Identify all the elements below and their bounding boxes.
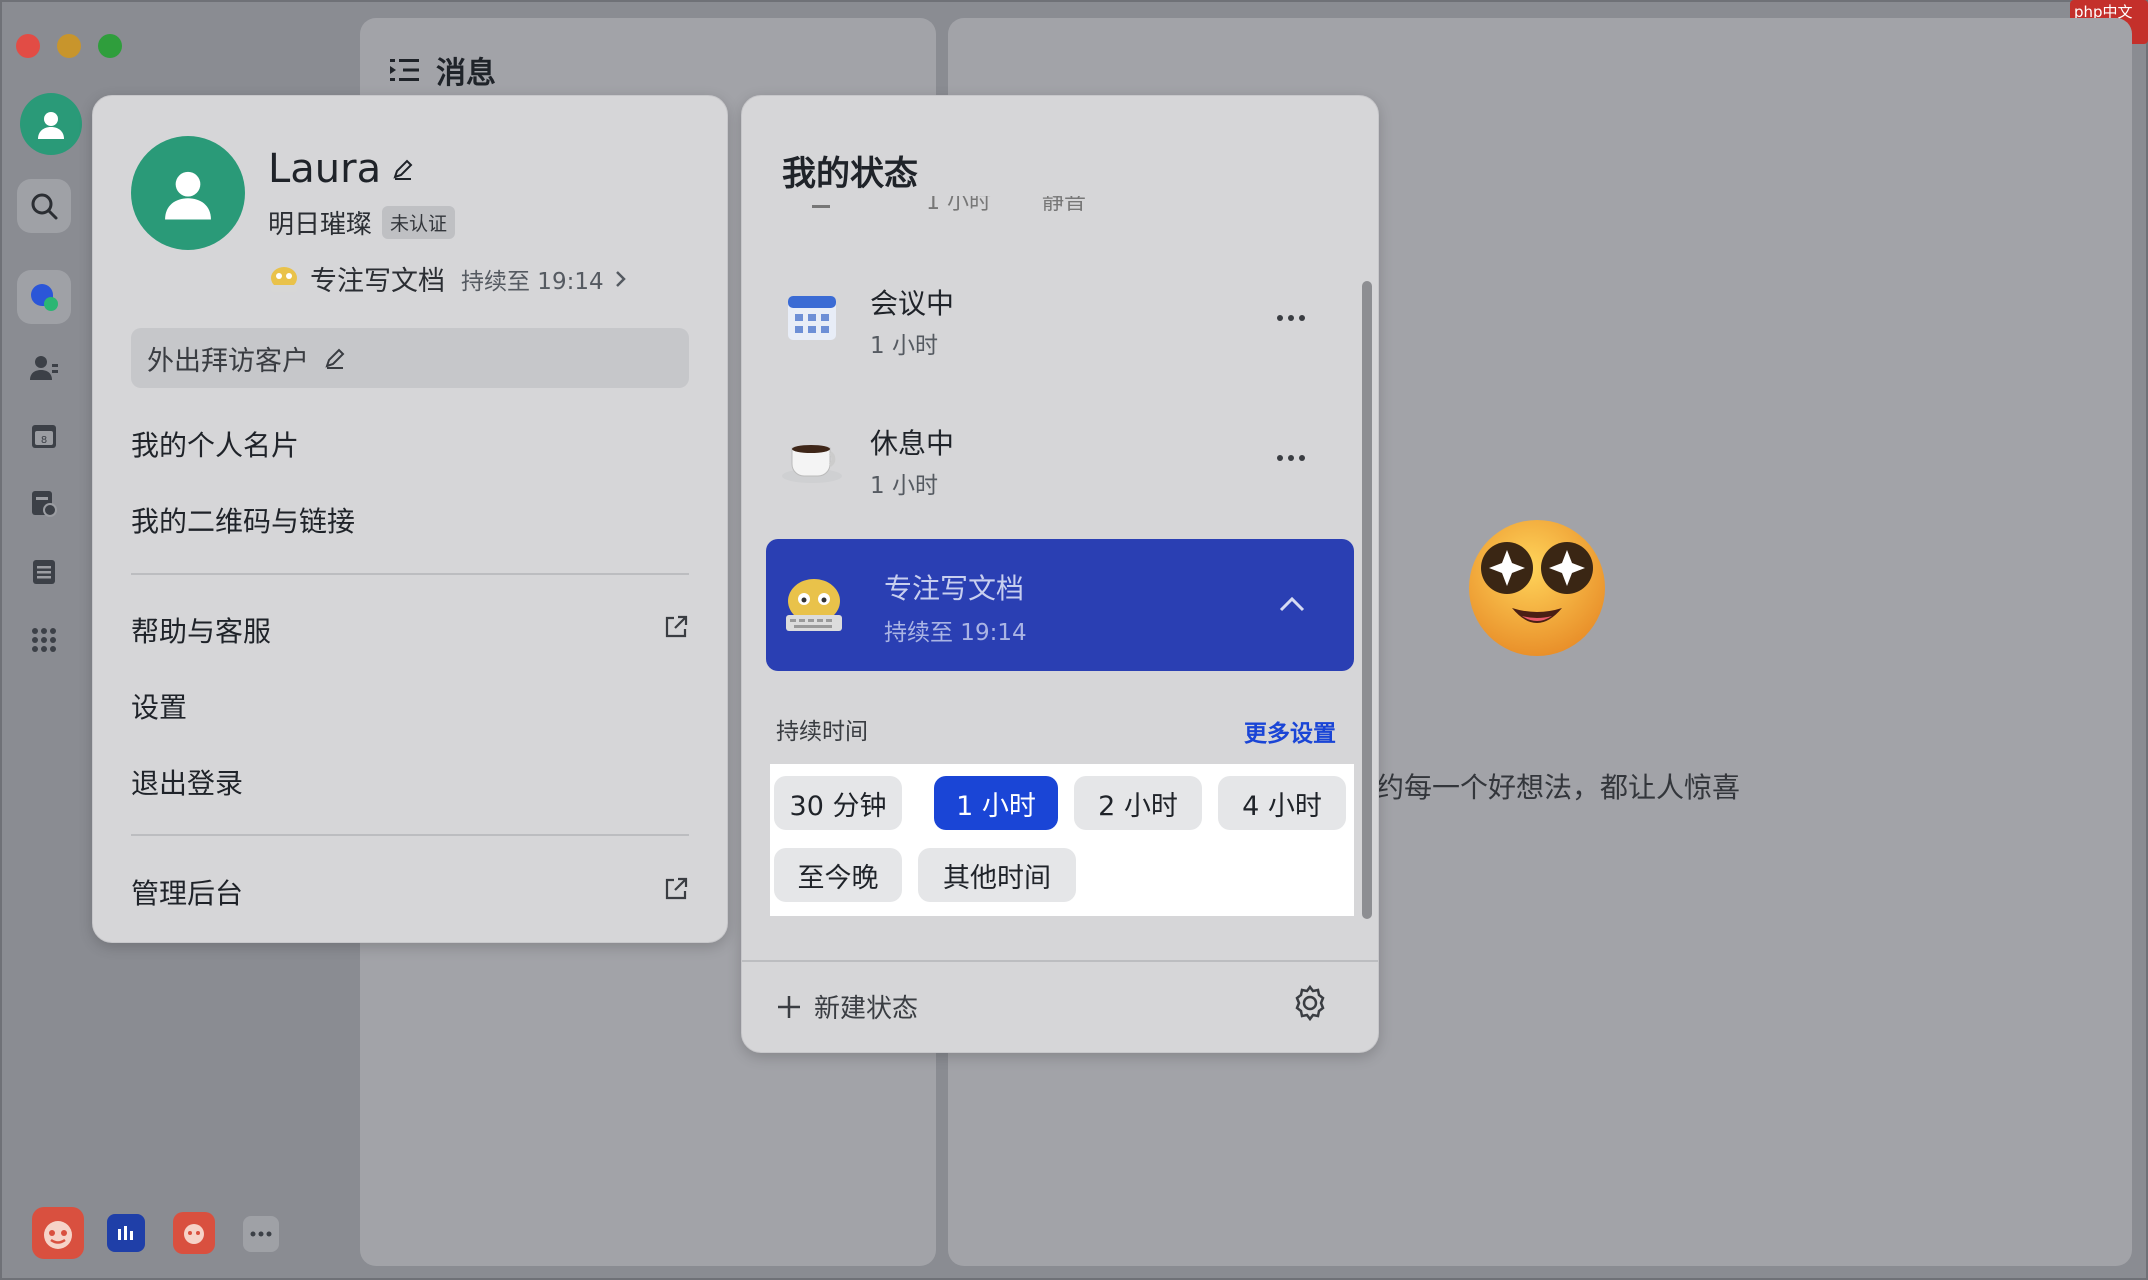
partial-status-row: 1 小时 静音 bbox=[782, 196, 1342, 220]
user-avatar[interactable] bbox=[20, 93, 82, 155]
duration-option-tonight[interactable]: 至今晚 bbox=[774, 848, 902, 902]
duration-option-custom[interactable]: 其他时间 bbox=[918, 848, 1076, 902]
messages-title: 消息 bbox=[436, 56, 496, 91]
divider bbox=[131, 834, 689, 836]
chevron-up-icon[interactable] bbox=[1278, 595, 1306, 613]
profile-org: 明日璀璨 bbox=[268, 210, 373, 240]
status-panel: 我的状态 1 小时 静音 会议中 1 小时 休息中 1 小时 专注写文档 持续至… bbox=[741, 95, 1379, 1053]
more-dots-icon[interactable] bbox=[1276, 454, 1306, 462]
duration-option-30min[interactable]: 30 分钟 bbox=[774, 776, 902, 830]
duration-options: 30 分钟 1 小时 2 小时 4 小时 至今晚 其他时间 bbox=[770, 764, 1354, 916]
duration-option-4h[interactable]: 4 小时 bbox=[1218, 776, 1346, 830]
coffee-status-icon bbox=[780, 430, 846, 490]
star-eyes-emoji-icon bbox=[1462, 508, 1612, 658]
grid-icon bbox=[32, 628, 56, 652]
typing-emoji-icon bbox=[271, 266, 297, 292]
status-item-break[interactable]: 休息中 1 小时 bbox=[766, 388, 1350, 518]
more-dots-icon[interactable] bbox=[1276, 314, 1306, 322]
bot-icon bbox=[184, 1224, 204, 1244]
messages-nav[interactable] bbox=[17, 270, 71, 324]
calendar-nav[interactable]: 8 bbox=[17, 409, 71, 463]
signature-text: 外出拜访客户 bbox=[147, 345, 309, 377]
person-icon bbox=[165, 171, 211, 220]
menu-logout[interactable]: 退出登录 bbox=[131, 762, 243, 802]
menu-admin[interactable]: 管理后台 bbox=[131, 872, 243, 912]
new-status-label: 新建状态 bbox=[814, 994, 919, 1024]
menu-qrcode-link[interactable]: 我的二维码与链接 bbox=[131, 500, 355, 540]
status-list-scrollbar[interactable] bbox=[1362, 281, 1372, 919]
duration-option-1h[interactable]: 1 小时 bbox=[934, 776, 1058, 830]
status-duration: 1 小时 bbox=[870, 473, 938, 499]
signature-field[interactable]: 外出拜访客户 bbox=[131, 328, 689, 388]
docs-icon bbox=[32, 491, 57, 517]
external-link-icon[interactable] bbox=[663, 614, 689, 640]
status-label: 会议中 bbox=[870, 287, 955, 320]
external-link-icon[interactable] bbox=[663, 876, 689, 902]
profile-current-status[interactable]: 专注写文档 持续至 19:14 bbox=[268, 259, 628, 298]
empty-state-text: 约每一个好想法，都让人惊喜 bbox=[1376, 771, 1741, 804]
person-icon bbox=[38, 112, 64, 139]
edit-pencil-icon bbox=[325, 348, 345, 369]
zoom-window-button[interactable] bbox=[98, 34, 122, 58]
status-duration: 持续至 19:14 bbox=[884, 620, 1027, 646]
dock-more-button[interactable] bbox=[243, 1216, 279, 1252]
left-rail: 8 bbox=[0, 85, 90, 1280]
gear-icon[interactable] bbox=[1291, 984, 1329, 1022]
profile-name: Laura bbox=[268, 146, 382, 192]
status-panel-title: 我的状态 bbox=[782, 154, 918, 194]
duration-section-label: 持续时间 bbox=[776, 719, 868, 745]
divider bbox=[742, 960, 1378, 962]
calendar-status-icon bbox=[784, 290, 840, 350]
status-item-focus[interactable]: 专注写文档 持续至 19:14 bbox=[766, 539, 1354, 671]
search-icon bbox=[31, 193, 58, 220]
tasks-nav[interactable] bbox=[17, 545, 71, 599]
dock-app-1[interactable] bbox=[32, 1207, 84, 1259]
search-button[interactable] bbox=[17, 179, 71, 233]
profile-status-label: 专注写文档 bbox=[310, 266, 445, 297]
duration-option-2h[interactable]: 2 小时 bbox=[1074, 776, 1202, 830]
profile-card: Laura 明日璀璨 未认证 专注写文档 持续至 19:14 外出拜访客户 我的… bbox=[92, 95, 728, 943]
new-status-button[interactable]: 新建状态 bbox=[776, 988, 918, 1025]
more-apps-nav[interactable] bbox=[17, 613, 71, 667]
unverified-badge: 未认证 bbox=[382, 206, 456, 239]
menu-business-card[interactable]: 我的个人名片 bbox=[131, 424, 299, 464]
partial-duration: 1 小时 bbox=[926, 196, 991, 215]
profile-org-row: 明日璀璨 未认证 bbox=[268, 204, 456, 241]
more-dots-icon bbox=[250, 1231, 272, 1237]
list-icon bbox=[33, 560, 55, 584]
more-settings-link[interactable]: 更多设置 bbox=[1244, 714, 1336, 748]
contacts-icon bbox=[30, 356, 58, 380]
dock-app-2[interactable] bbox=[107, 1214, 145, 1252]
menu-toggle-icon[interactable] bbox=[390, 57, 420, 83]
messages-header: 消息 bbox=[390, 48, 496, 92]
status-item-meeting[interactable]: 会议中 1 小时 bbox=[766, 248, 1350, 378]
profile-status-until: 持续至 19:14 bbox=[461, 268, 604, 295]
docs-nav[interactable] bbox=[17, 477, 71, 531]
chevron-right-icon bbox=[615, 270, 626, 287]
bar-chart-icon bbox=[118, 1226, 133, 1240]
contacts-nav[interactable] bbox=[17, 341, 71, 395]
status-label: 休息中 bbox=[870, 427, 955, 460]
minimize-window-button[interactable] bbox=[57, 34, 81, 58]
status-duration: 1 小时 bbox=[870, 333, 938, 359]
dock-app-3[interactable] bbox=[173, 1212, 215, 1254]
profile-name-row: Laura bbox=[268, 146, 415, 192]
typing-emoji-status-icon bbox=[782, 575, 846, 639]
bot-icon bbox=[44, 1221, 72, 1249]
status-label: 专注写文档 bbox=[884, 572, 1025, 605]
profile-avatar[interactable] bbox=[131, 136, 245, 250]
chat-bubble-icon bbox=[31, 284, 58, 311]
edit-pencil-icon[interactable] bbox=[391, 157, 415, 181]
plus-icon bbox=[778, 995, 800, 1018]
menu-settings[interactable]: 设置 bbox=[131, 686, 187, 726]
svg-text:8: 8 bbox=[41, 435, 47, 446]
menu-help[interactable]: 帮助与客服 bbox=[131, 610, 271, 650]
partial-mute-label: 静音 bbox=[1042, 196, 1087, 215]
calendar-icon: 8 bbox=[32, 425, 56, 448]
close-window-button[interactable] bbox=[16, 34, 40, 58]
divider bbox=[131, 573, 689, 575]
